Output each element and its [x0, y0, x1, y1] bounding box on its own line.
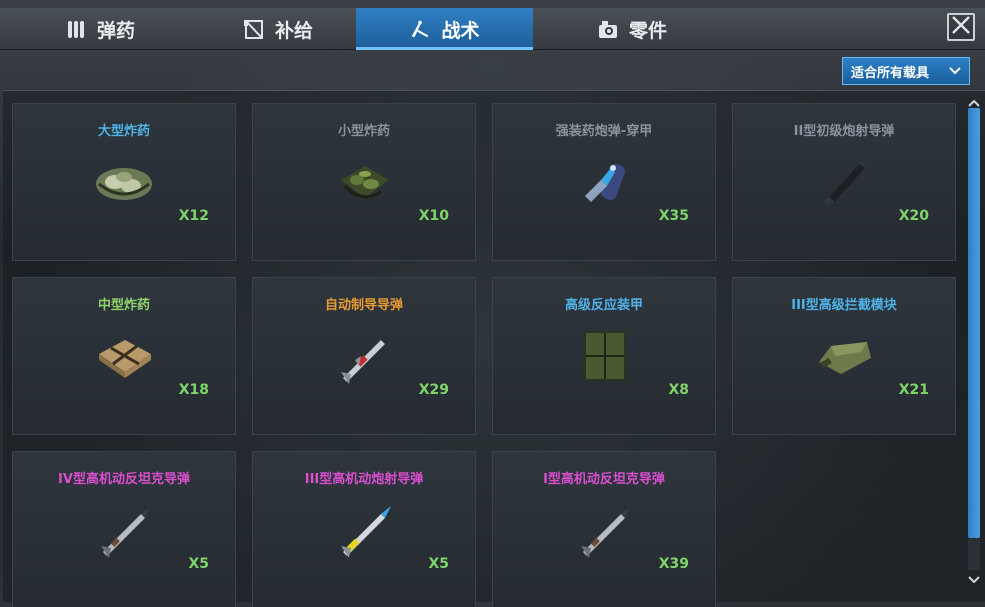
item-quantity: X21: [898, 382, 929, 398]
item-card[interactable]: IV型高机动反坦克导弹 X5: [12, 451, 236, 607]
item-name: 小型炸药: [337, 124, 390, 139]
item-quantity: X20: [898, 208, 929, 224]
item-name: 强装药炮弹-穿甲: [555, 124, 653, 139]
item-name: III型高机动炮射导弹: [304, 472, 424, 487]
camera-part-icon: [597, 18, 619, 40]
yellow-missile-icon: [331, 500, 397, 560]
tab-ammo[interactable]: 弹药: [50, 8, 150, 50]
item-card[interactable]: 自动制导导弹 X29: [252, 277, 476, 435]
scroll-down-button[interactable]: [966, 571, 982, 585]
supply-crate-icon: [243, 18, 265, 40]
scroll-up-button[interactable]: [966, 94, 982, 108]
item-quantity: X5: [188, 556, 209, 572]
tab-parts[interactable]: 零件: [582, 8, 682, 50]
close-button[interactable]: [947, 13, 975, 41]
atgm-icon: [91, 500, 157, 560]
item-card[interactable]: 中型炸药 X18: [12, 277, 236, 435]
reactive-armor-icon: [571, 326, 637, 386]
atgm-icon: [571, 500, 637, 560]
item-name: III型高级拦截模块: [791, 298, 897, 313]
tab-tactics[interactable]: 战术: [356, 8, 533, 50]
guided-missile-icon: [331, 326, 397, 386]
close-icon: [951, 15, 971, 39]
tab-supply[interactable]: 补给: [228, 8, 328, 50]
item-card[interactable]: III型高级拦截模块 X21: [732, 277, 956, 435]
ap-shell-icon: [571, 152, 637, 212]
item-card[interactable]: 小型炸药 X10: [252, 103, 476, 261]
item-card[interactable]: III型高机动炮射导弹 X5: [252, 451, 476, 607]
item-name: IV型高机动反坦克导弹: [58, 472, 190, 487]
item-quantity: X10: [418, 208, 449, 224]
tactics-icon: [409, 18, 431, 40]
small-explosive-icon: [331, 152, 397, 212]
item-quantity: X35: [658, 208, 689, 224]
item-quantity: X18: [178, 382, 209, 398]
item-name: II型初级炮射导弹: [793, 124, 895, 139]
item-card[interactable]: I型高机动反坦克导弹 X39: [492, 451, 716, 607]
interceptor-module-icon: [811, 326, 877, 386]
item-quantity: X8: [668, 382, 689, 398]
vehicle-filter-label: 适合所有载具: [851, 65, 930, 81]
medium-explosive-icon: [91, 326, 157, 386]
item-name: 高级反应装甲: [564, 298, 643, 313]
item-quantity: X5: [428, 556, 449, 572]
item-name: 自动制导导弹: [324, 298, 403, 313]
item-name: 大型炸药: [97, 124, 150, 139]
tab-ammo-label: 弹药: [96, 19, 135, 42]
gun-missile-icon: [811, 152, 877, 212]
item-quantity: X39: [658, 556, 689, 572]
tab-bar: 弹药 补给 战术 零件: [0, 8, 985, 50]
chevron-down-icon: [968, 569, 980, 588]
vehicle-filter-dropdown[interactable]: 适合所有载具: [842, 57, 970, 85]
item-card[interactable]: 高级反应装甲 X8: [492, 277, 716, 435]
scrollbar-thumb[interactable]: [968, 108, 980, 538]
item-name: I型高机动反坦克导弹: [543, 472, 665, 487]
item-card[interactable]: 大型炸药 X12: [12, 103, 236, 261]
item-card[interactable]: 强装药炮弹-穿甲 X35: [492, 103, 716, 261]
item-card[interactable]: II型初级炮射导弹 X20: [732, 103, 956, 261]
chevron-down-icon: [949, 64, 961, 79]
tab-tactics-label: 战术: [441, 19, 480, 42]
tab-supply-label: 补给: [274, 19, 313, 42]
item-quantity: X12: [178, 208, 209, 224]
tab-parts-label: 零件: [628, 19, 667, 42]
bullets-icon: [65, 18, 87, 40]
large-explosive-icon: [91, 152, 157, 212]
item-name: 中型炸药: [97, 298, 150, 313]
item-quantity: X29: [418, 382, 449, 398]
